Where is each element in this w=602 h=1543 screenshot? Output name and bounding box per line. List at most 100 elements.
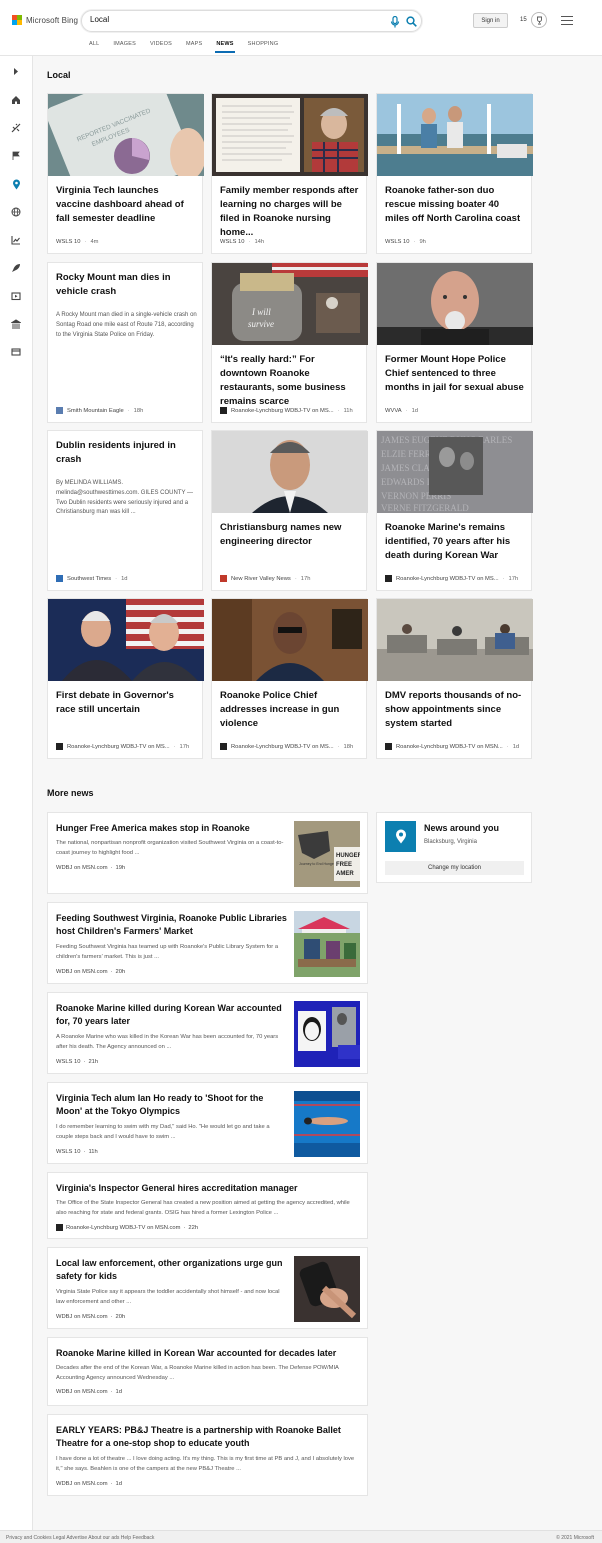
sign-in-button[interactable]: Sign in — [473, 13, 508, 28]
item-age: 21h — [88, 1059, 99, 1065]
card-source[interactable]: Roanoke-Lynchburg WDBJ-TV on MS... — [231, 744, 334, 750]
microphone-icon[interactable] — [390, 16, 400, 28]
news-card[interactable]: Roanoke father-son duo rescue missing bo… — [376, 93, 533, 254]
item-title[interactable]: Virginia Tech alum Ian Ho ready to 'Shoo… — [56, 1092, 288, 1118]
change-location-button[interactable]: Change my location — [385, 861, 524, 875]
card-image — [377, 263, 533, 345]
card-source[interactable]: WSLS 10 — [220, 239, 245, 245]
item-title[interactable]: EARLY YEARS: PB&J Theatre is a partnersh… — [56, 1424, 356, 1450]
card-source[interactable]: Smith Mountain Eagle — [67, 408, 124, 414]
list-item[interactable]: Roanoke Marine killed in Korean War acco… — [47, 1337, 368, 1406]
wdbj-logo-icon — [385, 575, 392, 582]
item-title[interactable]: Local law enforcement, other organizatio… — [56, 1257, 288, 1283]
news-card[interactable]: DMV reports thousands of no-show appoint… — [376, 598, 533, 759]
item-meta: WDBJ on MSN.com · 19h — [56, 865, 126, 871]
card-title[interactable]: Virginia Tech launches vaccine dashboard… — [56, 184, 196, 226]
card-title[interactable]: Dublin residents injured in crash — [56, 439, 196, 467]
item-meta: Roanoke-Lynchburg WDBJ-TV on MSN.com · 22h — [56, 1224, 198, 1231]
news-card[interactable]: Dublin residents injured in crash By MEL… — [47, 430, 203, 591]
news-card[interactable]: Family member responds after learning no… — [211, 93, 368, 254]
search-input[interactable] — [90, 15, 370, 24]
card-snippet: By MELINDA WILLIAMS. melinda@southwestti… — [56, 480, 194, 516]
card-source[interactable]: Roanoke-Lynchburg WDBJ-TV on MS... — [396, 576, 499, 582]
bing-logo[interactable]: Microsoft Bing — [12, 15, 78, 25]
card-source[interactable]: WVVA — [385, 408, 402, 414]
news-card[interactable]: Roanoke Police Chief addresses increase … — [211, 598, 368, 759]
card-age: 1d — [512, 743, 520, 750]
rewards-trophy-icon[interactable] — [531, 12, 547, 28]
rewards-points[interactable]: 15 — [520, 17, 527, 23]
item-source[interactable]: WDBJ on MSN.com — [56, 1389, 108, 1395]
money-chart-icon[interactable] — [10, 234, 22, 246]
item-source[interactable]: WSLS 10 — [56, 1149, 81, 1155]
list-item[interactable]: Roanoke Marine killed during Korean War … — [47, 992, 368, 1074]
news-card[interactable]: JAMES EUGENE DUNG EARLESELZIE FERRIS GRE… — [376, 430, 533, 591]
news-card[interactable]: Rocky Mount man dies in vehicle crash A … — [47, 262, 203, 423]
expand-rail-icon[interactable] — [10, 65, 22, 77]
news-card[interactable]: Christiansburg names new engineering dir… — [211, 430, 368, 591]
search-icon[interactable] — [406, 16, 417, 27]
menu-icon[interactable] — [561, 16, 573, 25]
more-topics-icon[interactable] — [10, 346, 22, 358]
item-title[interactable]: Virginia's Inspector General hires accre… — [56, 1182, 356, 1195]
card-source[interactable]: New River Valley News — [231, 576, 291, 582]
list-item[interactable]: Virginia's Inspector General hires accre… — [47, 1172, 368, 1239]
item-source[interactable]: WDBJ on MSN.com — [56, 865, 108, 871]
card-title[interactable]: Christiansburg names new engineering dir… — [220, 521, 360, 549]
tab-shopping[interactable]: SHOPPING — [241, 41, 286, 53]
location-icon[interactable] — [10, 178, 22, 190]
card-source[interactable]: Roanoke-Lynchburg WDBJ-TV on MS... — [67, 744, 170, 750]
item-source[interactable]: WDBJ on MSN.com — [56, 1481, 108, 1487]
footer-links[interactable]: Privacy and Cookies Legal Advertise Abou… — [6, 1535, 154, 1541]
search-box[interactable] — [81, 10, 422, 32]
card-title[interactable]: Roanoke Police Chief addresses increase … — [220, 689, 360, 731]
card-title[interactable]: DMV reports thousands of no-show appoint… — [385, 689, 525, 731]
card-source[interactable]: Roanoke-Lynchburg WDBJ-TV on MSN... — [396, 744, 503, 750]
video-icon[interactable] — [10, 290, 22, 302]
item-source[interactable]: Roanoke-Lynchburg WDBJ-TV on MSN.com — [66, 1225, 180, 1231]
tab-videos[interactable]: VIDEOS — [143, 41, 179, 53]
item-title[interactable]: Hunger Free America makes stop in Roanok… — [56, 822, 288, 835]
globe-icon[interactable] — [10, 206, 22, 218]
card-source[interactable]: Roanoke-Lynchburg WDBJ-TV on MS... — [231, 408, 334, 414]
card-source[interactable]: WSLS 10 — [385, 239, 410, 245]
card-title[interactable]: Roanoke Marine's remains identified, 70 … — [385, 521, 525, 563]
news-card[interactable]: Former Mount Hope Police Chief sentenced… — [376, 262, 533, 423]
list-item[interactable]: Hunger Free America makes stop in Roanok… — [47, 812, 368, 894]
card-title[interactable]: Roanoke father-son duo rescue missing bo… — [385, 184, 525, 226]
list-item[interactable]: Local law enforcement, other organizatio… — [47, 1247, 368, 1329]
tab-news[interactable]: NEWS — [209, 41, 240, 53]
list-item[interactable]: EARLY YEARS: PB&J Theatre is a partnersh… — [47, 1414, 368, 1496]
news-card[interactable]: REPORTED VACCINATED EMPLOYEES Virginia Te… — [47, 93, 204, 254]
card-title[interactable]: “It's really hard:” For downtown Roanoke… — [220, 353, 360, 409]
science-icon[interactable] — [10, 122, 22, 134]
item-title[interactable]: Feeding Southwest Virginia, Roanoke Publ… — [56, 912, 288, 938]
card-meta: WSLS 10 · 9h — [385, 239, 426, 245]
item-source[interactable]: WSLS 10 — [56, 1059, 81, 1065]
item-thumbnail — [294, 1256, 360, 1322]
list-item[interactable]: Virginia Tech alum Ian Ho ready to 'Shoo… — [47, 1082, 368, 1164]
item-title[interactable]: Roanoke Marine killed during Korean War … — [56, 1002, 288, 1028]
card-title[interactable]: Rocky Mount man dies in vehicle crash — [56, 271, 196, 299]
list-item[interactable]: Feeding Southwest Virginia, Roanoke Publ… — [47, 902, 368, 984]
flag-icon[interactable] — [10, 150, 22, 162]
tab-all[interactable]: ALL — [82, 41, 106, 53]
wdbj-logo-icon — [56, 743, 63, 750]
news-card[interactable]: First debate in Governor's race still un… — [47, 598, 204, 759]
card-title[interactable]: First debate in Governor's race still un… — [56, 689, 196, 717]
card-title[interactable]: Former Mount Hope Police Chief sentenced… — [385, 353, 525, 395]
top-header: Microsoft Bing Sign in 15 ALL IMAGES VID… — [0, 0, 602, 56]
item-source[interactable]: WDBJ on MSN.com — [56, 1314, 108, 1320]
news-card[interactable]: I will survive “It's really hard:” For do… — [211, 262, 368, 423]
item-age: 1d — [115, 1481, 122, 1487]
item-title[interactable]: Roanoke Marine killed in Korean War acco… — [56, 1347, 356, 1360]
politics-icon[interactable] — [10, 318, 22, 330]
tab-maps[interactable]: MAPS — [179, 41, 209, 53]
card-source[interactable]: Southwest Times — [67, 576, 111, 582]
item-source[interactable]: WDBJ on MSN.com — [56, 969, 108, 975]
home-icon[interactable] — [10, 94, 22, 106]
tab-images[interactable]: IMAGES — [106, 41, 143, 53]
card-source[interactable]: WSLS 10 — [56, 239, 81, 245]
rocket-icon[interactable] — [10, 262, 22, 274]
card-title[interactable]: Family member responds after learning no… — [220, 184, 360, 240]
